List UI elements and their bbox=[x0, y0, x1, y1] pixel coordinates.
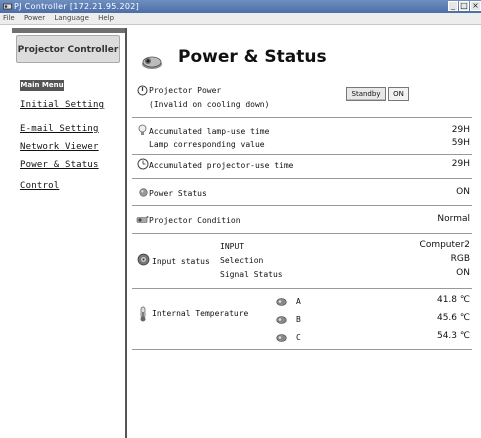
projector-condition-value: Normal bbox=[437, 214, 470, 224]
power-header-icon bbox=[142, 56, 162, 69]
menu-language[interactable]: Language bbox=[54, 14, 89, 22]
input-row-value: Computer2 bbox=[419, 240, 470, 250]
divider bbox=[132, 349, 472, 350]
projector-icon bbox=[136, 216, 149, 223]
sidebar-link-email-setting[interactable]: E-mail Setting bbox=[20, 124, 99, 134]
sensor-name: C bbox=[296, 333, 301, 342]
input-row-name: Signal Status bbox=[220, 270, 283, 279]
sensor-value: 54.3 ℃ bbox=[436, 331, 470, 341]
menu-power[interactable]: Power bbox=[24, 14, 45, 22]
lamp-corresponding-label: Lamp corresponding value bbox=[149, 140, 265, 149]
input-row-name: Selection bbox=[220, 256, 264, 265]
menu-bar: File Power Language Help bbox=[0, 13, 481, 25]
sidebar-link-control[interactable]: Control bbox=[20, 181, 59, 191]
projector-controller-logo: Projector Controller bbox=[16, 35, 120, 63]
divider bbox=[132, 233, 472, 234]
divider bbox=[132, 154, 472, 155]
maximize-button[interactable]: □ bbox=[459, 1, 469, 11]
sensor-value: 41.8 ℃ bbox=[436, 295, 470, 305]
minimize-button[interactable]: _ bbox=[448, 1, 458, 11]
thermometer-icon bbox=[140, 306, 146, 322]
projector-power-note: (Invalid on cooling down) bbox=[149, 100, 270, 109]
projector-power-label: Projector Power bbox=[149, 86, 222, 95]
divider bbox=[132, 117, 472, 118]
lamp-icon bbox=[138, 124, 147, 135]
input-icon bbox=[137, 253, 150, 266]
power-status-value: ON bbox=[456, 187, 470, 197]
input-row-value: RGB bbox=[450, 254, 470, 264]
sensor-name: B bbox=[296, 315, 301, 324]
input-status-label: Input status bbox=[152, 257, 210, 266]
sensor-value: 45.6 ℃ bbox=[436, 313, 470, 323]
status-dot-icon bbox=[139, 188, 148, 197]
divider bbox=[132, 178, 472, 179]
standby-button[interactable]: Standby bbox=[346, 87, 386, 101]
page-title: Power & Status bbox=[178, 47, 327, 67]
sensor-icon bbox=[276, 334, 287, 342]
sidebar-link-initial-setting[interactable]: Initial Setting bbox=[20, 100, 104, 110]
sensor-icon bbox=[276, 298, 287, 306]
app-icon bbox=[3, 3, 12, 10]
sidebar-top-strip bbox=[12, 28, 125, 33]
lamp-corresponding-value: 59H bbox=[451, 138, 470, 148]
lamp-use-value: 29H bbox=[451, 125, 470, 135]
lamp-use-label: Accumulated lamp-use time bbox=[149, 127, 270, 136]
sidebar-link-network-viewer[interactable]: Network Viewer bbox=[20, 142, 99, 152]
menu-help[interactable]: Help bbox=[98, 14, 114, 22]
menu-file[interactable]: File bbox=[3, 14, 15, 22]
window-title-bar: PJ Controller [172.21.95.202] _ □ × bbox=[0, 0, 481, 13]
projector-condition-label: Projector Condition bbox=[149, 216, 241, 225]
internal-temperature-label: Internal Temperature bbox=[152, 309, 249, 318]
sensor-icon bbox=[276, 316, 287, 324]
on-button[interactable]: ON bbox=[388, 87, 409, 101]
power-icon bbox=[137, 85, 148, 96]
divider bbox=[132, 288, 472, 289]
projector-use-label: Accumulated projector-use time bbox=[149, 161, 294, 170]
power-status-label: Power Status bbox=[149, 189, 207, 198]
clock-icon bbox=[137, 158, 149, 170]
input-row-value: ON bbox=[456, 268, 470, 278]
sidebar-link-power-status[interactable]: Power & Status bbox=[20, 160, 99, 170]
input-row-name: INPUT bbox=[220, 242, 245, 251]
divider bbox=[132, 205, 472, 206]
projector-use-value: 29H bbox=[451, 159, 470, 169]
sensor-name: A bbox=[296, 297, 301, 306]
close-button[interactable]: × bbox=[470, 1, 481, 11]
main-menu-badge: Main Menu bbox=[20, 80, 64, 91]
window-title: PJ Controller [172.21.95.202] bbox=[14, 2, 140, 11]
